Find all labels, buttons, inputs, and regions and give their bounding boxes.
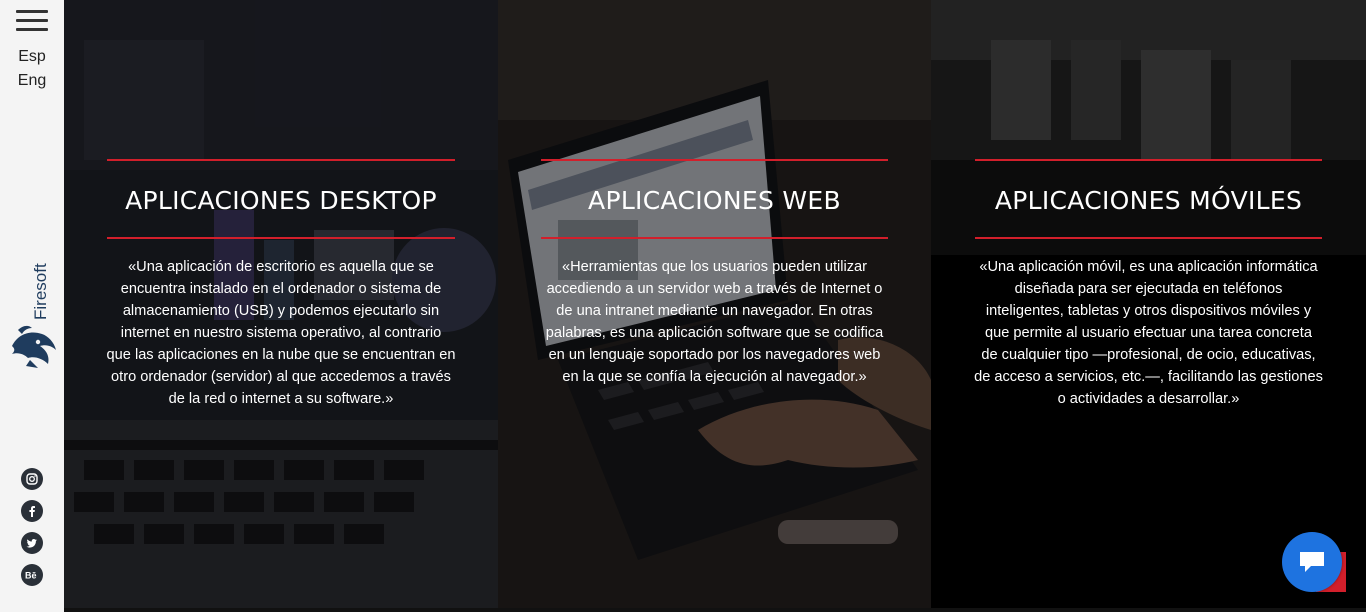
- behance-icon[interactable]: Bē: [21, 564, 43, 586]
- desc-line: accediendo a un servidor web a través de…: [546, 281, 883, 297]
- panel-web: APLICACIONES WEB «Herramientas que los u…: [498, 0, 931, 608]
- language-english-link[interactable]: Eng: [0, 72, 64, 90]
- desc-line: otro ordenador (servidor) al que accedem…: [111, 369, 451, 385]
- desc-line: de una intranet mediante un navegador. E…: [556, 303, 873, 319]
- desc-line: de acceso a servicios, etc.—, facilitand…: [974, 369, 1323, 385]
- panel-title: APLICACIONES MÓVILES: [994, 186, 1303, 215]
- firesoft-logo[interactable]: Firesoft: [6, 258, 60, 370]
- panel-description: «Una aplicación de escritorio es aquella…: [84, 256, 478, 410]
- chat-bubble-icon: [1300, 552, 1324, 572]
- menu-icon[interactable]: [16, 10, 48, 32]
- panel-desktop: APLICACIONES DESKTOP «Una aplicación de …: [64, 0, 498, 608]
- chat-button[interactable]: [1282, 532, 1342, 592]
- desc-line: «Una aplicación de escritorio es aquella…: [128, 259, 434, 275]
- desc-line: «Una aplicación móvil, es una aplicación…: [979, 259, 1318, 275]
- svg-text:Bē: Bē: [25, 571, 37, 581]
- bottom-strip: [64, 608, 1366, 612]
- desc-line: en la que se confía la ejecución al nave…: [562, 369, 867, 385]
- title-rule-top: [107, 159, 455, 161]
- title-rule-bottom: [541, 237, 888, 239]
- desc-line: de la red o internet a su software.»: [168, 391, 394, 407]
- desc-line: inteligentes, tabletas y otros dispositi…: [985, 303, 1312, 319]
- panel-description: «Herramientas que los usuarios pueden ut…: [520, 256, 909, 388]
- twitter-icon[interactable]: [21, 532, 43, 554]
- title-rule-top: [541, 159, 888, 161]
- panel-description: «Una aplicación móvil, es una aplicación…: [951, 256, 1346, 410]
- desc-line: «Herramientas que los usuarios pueden ut…: [561, 259, 867, 275]
- panel-mobile: APLICACIONES MÓVILES «Una aplicación móv…: [931, 0, 1366, 608]
- desc-line: encuentra instalado en el ordenador o si…: [120, 281, 442, 297]
- title-rule-bottom: [975, 237, 1322, 239]
- desc-line: internet en nuestro sistema operativo, a…: [120, 325, 442, 341]
- desc-line: diseñada para ser ejecutada en teléfonos: [1014, 281, 1283, 297]
- instagram-icon[interactable]: [21, 468, 43, 490]
- desc-line: que las aplicaciones en la nube que se e…: [106, 347, 456, 363]
- desc-line: que permite al usuario efectuar una tare…: [985, 325, 1312, 341]
- panel-title: APLICACIONES WEB: [588, 186, 841, 215]
- language-spanish-link[interactable]: Esp: [0, 48, 64, 66]
- desc-line: almacenamiento (USB) y podemos ejecutarl…: [122, 303, 440, 319]
- desc-line: de cualquier tipo —profesional, de ocio,…: [981, 347, 1316, 363]
- brand-text: Firesoft: [31, 263, 50, 320]
- desc-line: o actividades a desarrollar.»: [1057, 391, 1240, 407]
- chat-widget: [1282, 532, 1346, 592]
- title-rule-top: [975, 159, 1322, 161]
- desc-line: en un lenguaje soportado por los navegad…: [548, 347, 881, 363]
- panel-title: APLICACIONES DESKTOP: [125, 186, 437, 215]
- sidebar: Esp Eng Firesoft Bē: [0, 0, 64, 612]
- desc-line: palabras, es una aplicación software que…: [545, 325, 884, 341]
- title-rule-bottom: [107, 237, 455, 239]
- facebook-icon[interactable]: [21, 500, 43, 522]
